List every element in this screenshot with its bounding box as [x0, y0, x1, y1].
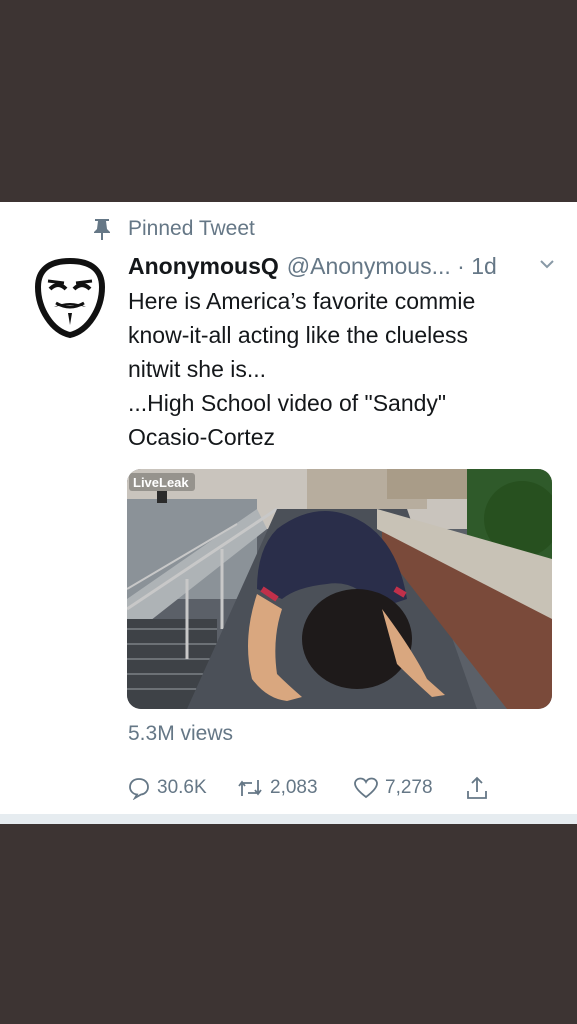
- tweet-card[interactable]: Pinned Tweet AnonymousQ @Anonymous... · …: [0, 202, 577, 814]
- tweet-text-line: Here is America’s favorite commie: [128, 288, 476, 314]
- like-button[interactable]: 7,278: [353, 776, 433, 800]
- share-icon: [467, 776, 487, 799]
- tweet-actions: 30.6K 2,083 7,278: [127, 772, 547, 804]
- view-count: 5.3M views: [128, 722, 234, 745]
- tweet-text-line: Ocasio-Cortez: [128, 424, 275, 450]
- pin-icon: [94, 219, 110, 240]
- avatar[interactable]: [34, 257, 106, 339]
- reply-count: 30.6K: [157, 777, 207, 798]
- heart-icon: [354, 777, 378, 799]
- liveleak-watermark: LiveLeak: [133, 475, 189, 490]
- tweet-text-line: ...High School video of "Sandy": [128, 390, 447, 416]
- reply-icon: [129, 778, 149, 800]
- retweet-button[interactable]: 2,083: [236, 776, 318, 800]
- retweet-icon: [238, 780, 262, 796]
- share-button[interactable]: [465, 775, 495, 801]
- tweet-header: AnonymousQ @Anonymous... · 1d: [128, 250, 558, 282]
- retweet-count: 2,083: [270, 777, 318, 798]
- pinned-indicator: Pinned Tweet: [92, 216, 255, 242]
- reply-button[interactable]: 30.6K: [127, 776, 207, 800]
- tweet-text: Here is America’s favorite commie know-i…: [128, 284, 548, 454]
- handle-and-time[interactable]: @Anonymous... · 1d: [287, 253, 497, 280]
- chevron-down-icon[interactable]: [539, 258, 555, 270]
- display-name[interactable]: AnonymousQ: [128, 253, 279, 280]
- tweet-text-line: know-it-all acting like the clueless: [128, 322, 469, 348]
- timeline-divider: [0, 814, 577, 824]
- tweet-text-line: nitwit she is...: [128, 356, 267, 382]
- pinned-label: Pinned Tweet: [128, 217, 255, 240]
- like-count: 7,278: [385, 777, 433, 798]
- video-thumbnail[interactable]: LiveLeak: [127, 469, 552, 709]
- video-frame: LiveLeak: [127, 469, 552, 709]
